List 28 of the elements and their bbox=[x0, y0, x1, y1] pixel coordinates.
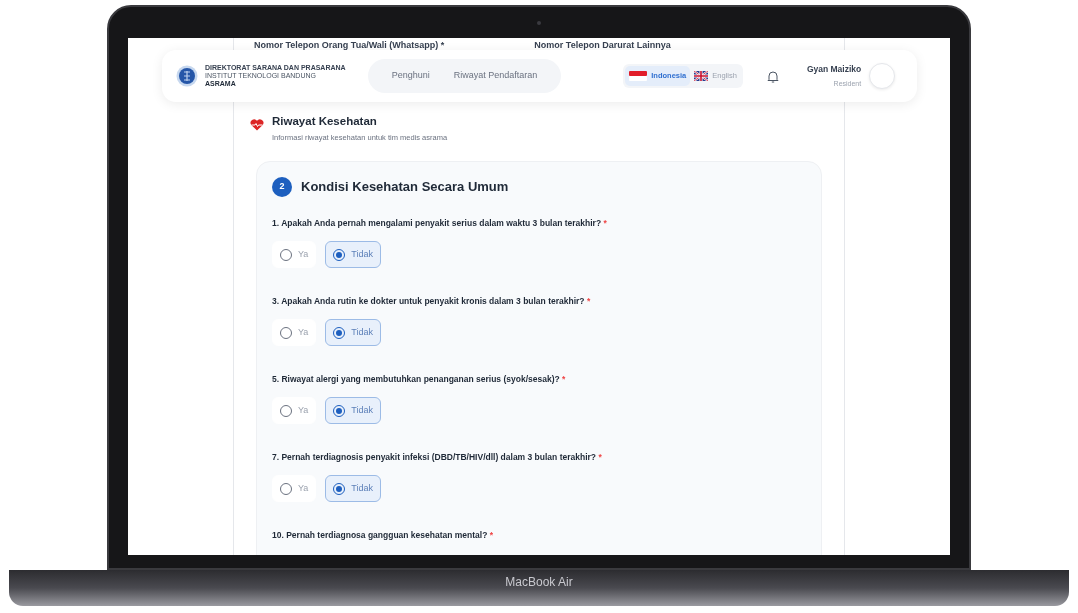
flag-icon bbox=[694, 71, 709, 81]
user-name: Gyan Maiziko bbox=[806, 62, 862, 76]
camera-icon bbox=[537, 21, 541, 25]
radio-option[interactable]: Ya bbox=[272, 397, 317, 424]
radio-option[interactable]: Ya bbox=[272, 241, 317, 268]
nav-link[interactable]: Riwayat Pendaftaran bbox=[445, 69, 546, 83]
section-title: Riwayat Kesehatan bbox=[272, 113, 378, 129]
card-title: Kondisi Kesehatan Secara Umum bbox=[301, 178, 509, 197]
heart-pulse-icon bbox=[250, 118, 264, 131]
field-label: Nomor Telepon Orang Tua/Wali (Whatsapp) * bbox=[254, 39, 445, 52]
question-label: 3. Apakah Anda rutin ke dokter untuk penyakit kronis dalam 3 bulan terakhir? * bbox=[272, 296, 591, 306]
radio-option[interactable]: Tidak bbox=[325, 475, 382, 502]
nav-link[interactable]: Penghuni bbox=[383, 69, 438, 83]
radio-option[interactable]: Ya bbox=[272, 319, 317, 346]
notification-bell-icon[interactable] bbox=[766, 69, 779, 83]
question-label: 1. Apakah Anda pernah mengalami penyakit serius dalam waktu 3 bulan terakhir? * bbox=[272, 218, 607, 228]
flag-icon bbox=[629, 71, 648, 81]
radio-option[interactable]: Tidak bbox=[325, 397, 382, 424]
logo-icon bbox=[176, 65, 198, 87]
question-label: 5. Riwayat alergi yang membutuhkan penanganan serius (syok/sesak)? * bbox=[272, 374, 566, 384]
radio-option[interactable]: Ya bbox=[272, 475, 317, 502]
radio-option[interactable]: Tidak bbox=[325, 241, 382, 268]
step-number: 2 bbox=[272, 177, 292, 197]
device-label: MacBook Air bbox=[505, 574, 573, 591]
question-label: 10. Pernah terdiagnosa gangguan kesehatan mental? * bbox=[272, 530, 494, 540]
radio-option[interactable]: Tidak bbox=[325, 319, 382, 346]
field-label: Nomor Telepon Darurat Lainnya bbox=[534, 39, 671, 52]
question-label: 7. Pernah terdiagnosis penyakit infeksi (DBD/TB/HIV/dll) dalam 3 bulan terakhir? * bbox=[272, 452, 602, 462]
